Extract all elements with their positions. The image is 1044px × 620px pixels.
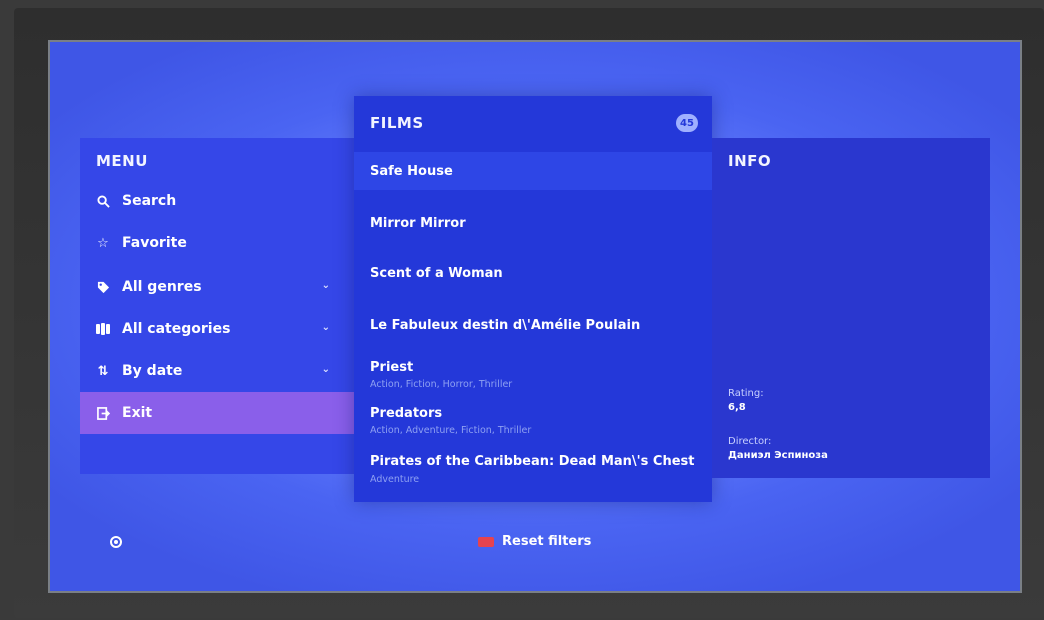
film-title: Safe House (370, 164, 453, 179)
red-key-icon (478, 536, 494, 547)
menu-item-label: Search (122, 193, 177, 209)
tag-icon (94, 281, 112, 294)
director-label: Director: (728, 436, 772, 447)
reset-filters-button[interactable]: Reset filters (478, 534, 591, 549)
film-list-item[interactable]: Pirates of the Caribbean: Dead Man\'s Ch… (354, 446, 712, 496)
info-title: INFO (728, 152, 772, 170)
star-icon: ☆ (97, 235, 109, 251)
chevron-down-icon: ⌄ (321, 280, 330, 291)
film-list-item[interactable]: Mirror Mirror (354, 204, 712, 244)
rating-value: 6,8 (728, 402, 746, 413)
film-genres: Action, Adventure, Fiction, Thriller (370, 425, 532, 436)
menu-item-label: Exit (122, 405, 153, 421)
films-title: FILMS (370, 114, 424, 132)
film-title: Le Fabuleux destin d\'Amélie Poulain (370, 318, 641, 333)
menu-item-search[interactable]: Search (80, 180, 356, 222)
film-title: Pirates of the Caribbean: Dead Man\'s Ch… (370, 454, 695, 469)
menu-title: MENU (96, 152, 148, 170)
tv-screen: MENU Search ☆ Favorite All genres ⌄ All … (48, 40, 1022, 593)
films-panel: FILMS 45 Safe House Mirror Mirror Scent … (354, 96, 712, 502)
director-value: Даниэл Эспиноза (728, 450, 828, 461)
menu-item-by-date[interactable]: ⇅ By date ⌄ (80, 350, 356, 392)
film-genres: Adventure (370, 474, 420, 485)
menu-item-all-categories[interactable]: All categories ⌄ (80, 308, 356, 350)
settings-icon[interactable] (110, 536, 122, 548)
menu-item-label: All genres (122, 279, 202, 295)
film-genres: Action, Fiction, Horror, Thriller (370, 379, 513, 390)
categories-icon (94, 323, 112, 335)
menu-item-label: Favorite (122, 235, 187, 251)
menu-item-favorite[interactable]: ☆ Favorite (80, 222, 356, 264)
film-list-item[interactable]: Safe House (354, 152, 712, 190)
film-title: Scent of a Woman (370, 266, 503, 281)
film-title: Mirror Mirror (370, 216, 466, 231)
search-icon (94, 194, 112, 208)
film-list-item[interactable]: Predators Action, Adventure, Fiction, Th… (354, 398, 712, 444)
menu-item-exit[interactable]: Exit (80, 392, 356, 434)
rating-label: Rating: (728, 388, 764, 399)
film-list-item[interactable]: Scent of a Woman (354, 256, 712, 296)
menu-panel: MENU Search ☆ Favorite All genres ⌄ All … (80, 138, 356, 474)
reset-filters-label: Reset filters (502, 534, 592, 549)
film-list-item[interactable]: Le Fabuleux destin d\'Amélie Poulain (354, 308, 712, 348)
info-panel: INFO Rating: 6,8 Director: Даниэл Эспино… (712, 138, 990, 478)
chevron-down-icon: ⌄ (321, 322, 330, 333)
exit-icon (94, 406, 112, 420)
film-title: Priest (370, 360, 414, 375)
chevron-down-icon: ⌄ (321, 364, 330, 375)
menu-item-label: All categories (122, 321, 231, 337)
menu-item-all-genres[interactable]: All genres ⌄ (80, 266, 356, 308)
films-count-badge: 45 (676, 114, 698, 132)
film-title: Predators (370, 406, 443, 421)
sort-icon: ⇅ (97, 363, 109, 379)
menu-item-label: By date (122, 363, 183, 379)
film-list-item[interactable]: Priest Action, Fiction, Horror, Thriller (354, 352, 712, 398)
